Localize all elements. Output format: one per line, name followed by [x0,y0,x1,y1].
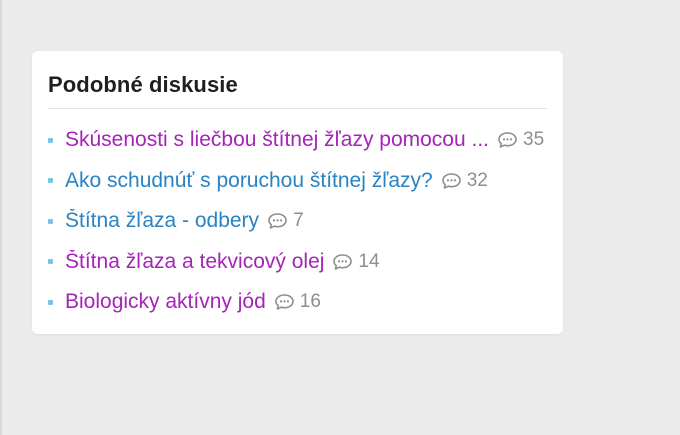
comment-count: 14 [332,250,380,273]
speech-bubble-icon [497,131,518,149]
list-bullet [48,178,53,184]
comment-count-value: 16 [299,291,321,313]
discussion-link[interactable]: Biologicky aktívny jód [65,290,266,314]
list-bullet [48,259,53,265]
comment-count-value: 35 [523,129,545,151]
discussion-item: Ako schudnúť s poruchou štítnej žľazy? 3… [48,161,547,202]
comment-count: 16 [274,291,321,313]
comment-count-value: 7 [293,210,304,232]
discussion-link[interactable]: Štítna žľaza a tekvicový olej [65,250,324,274]
comment-count: 32 [441,170,488,192]
discussion-item: Štítna žľaza a tekvicový olej 14 [48,242,547,283]
discussion-item: Štítna žľaza - odbery 7 [48,201,547,242]
discussion-link[interactable]: Štítna žľaza - odbery [65,209,259,233]
speech-bubble-icon [267,212,288,230]
discussion-list: Skúsenosti s liečbou štítnej žľazy pomoc… [48,120,547,323]
speech-bubble-icon [332,253,353,271]
page-left-edge [0,0,2,435]
list-bullet [48,137,53,143]
comment-count: 7 [267,210,304,232]
discussion-item: Biologicky aktívny jód 16 [48,282,547,323]
discussion-item: Skúsenosti s liečbou štítnej žľazy pomoc… [48,120,547,161]
list-bullet [48,299,53,305]
speech-bubble-icon [441,172,462,190]
comment-count-value: 14 [358,250,380,272]
comment-count-value: 32 [466,169,488,191]
similar-discussions-card: Podobné diskusie Skúsenosti s liečbou št… [32,51,563,334]
speech-bubble-icon [274,293,295,311]
list-bullet [48,218,53,224]
card-title: Podobné diskusie [48,71,547,109]
comment-count: 35 [497,129,544,151]
discussion-link[interactable]: Ako schudnúť s poruchou štítnej žľazy? [65,169,433,193]
discussion-link[interactable]: Skúsenosti s liečbou štítnej žľazy pomoc… [65,128,489,152]
